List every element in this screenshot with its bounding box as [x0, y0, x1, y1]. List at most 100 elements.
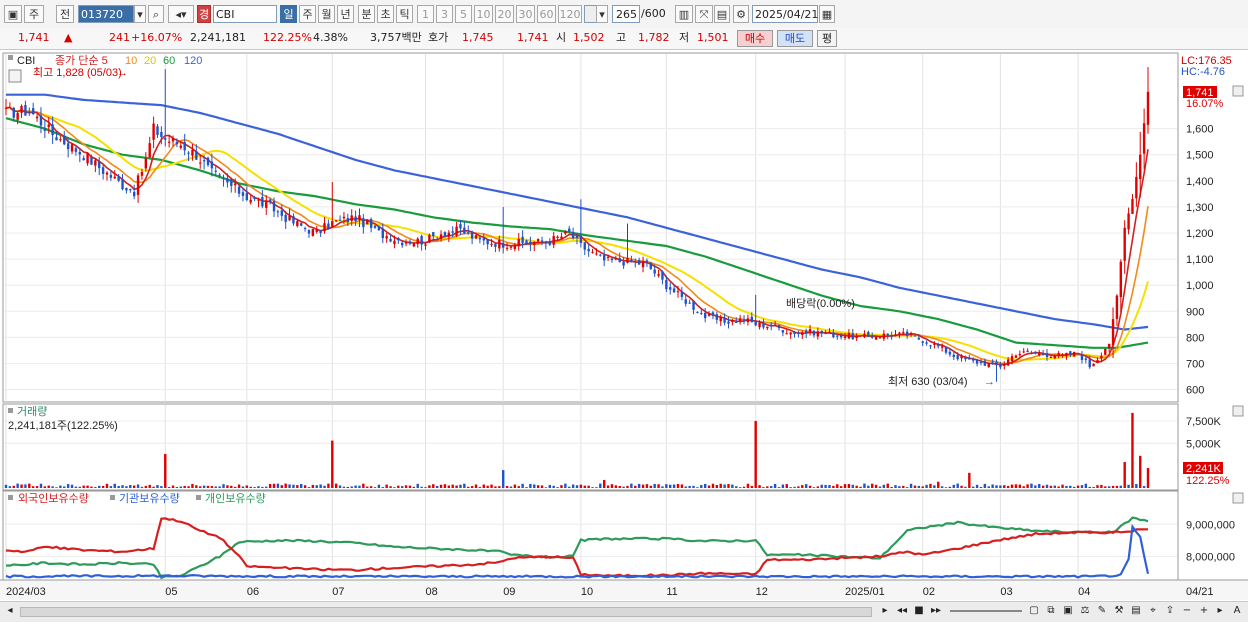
candle-body — [797, 332, 800, 334]
volume-bar — [1100, 484, 1103, 488]
window-icon[interactable]: ▣ — [4, 5, 22, 23]
volume-last-label: 2,241K — [1186, 463, 1222, 475]
buy-button[interactable]: 매수 — [737, 30, 773, 47]
candle-body — [210, 161, 214, 169]
speaker-icon[interactable]: ◂▾ — [168, 5, 194, 23]
fast-forward-icon[interactable]: ▸▸ — [929, 604, 943, 618]
candle-type-icon[interactable]: ▥ — [675, 5, 693, 23]
volume-bar — [408, 485, 412, 488]
candle-body — [377, 226, 381, 231]
candle-body — [738, 318, 742, 322]
volume-bar — [871, 483, 874, 488]
stop-icon[interactable]: ■ — [912, 604, 926, 618]
prev-button[interactable]: 전 — [56, 5, 74, 23]
candle-body — [1115, 295, 1119, 319]
plus-zoom-icon[interactable]: + — [1197, 604, 1211, 618]
date-input[interactable]: 2025/04/21 — [752, 5, 818, 23]
period-week[interactable]: 주 — [299, 5, 316, 23]
volume-bar — [51, 486, 54, 488]
evaluate-button[interactable]: 평 — [817, 30, 837, 47]
zoom-slider[interactable] — [950, 610, 1022, 612]
interval-120[interactable]: 120 — [558, 5, 582, 23]
price-change: 241 — [109, 31, 130, 44]
draw-icon[interactable]: ✎ — [1095, 604, 1109, 618]
volume-bar — [191, 483, 194, 488]
interval-3[interactable]: 3 — [436, 5, 453, 23]
candle-body — [995, 361, 998, 366]
play-icon[interactable]: ▸ — [878, 604, 892, 618]
period-month[interactable]: 월 — [318, 5, 335, 23]
period-year[interactable]: 년 — [337, 5, 354, 23]
interval-5[interactable]: 5 — [455, 5, 472, 23]
search-icon[interactable]: ⌕ — [148, 5, 164, 23]
font-size-icon[interactable]: A — [1230, 604, 1244, 618]
sell-button[interactable]: 매도 — [777, 30, 813, 47]
interval-60[interactable]: 60 — [537, 5, 556, 23]
scroll-left-icon[interactable]: ◂ — [4, 604, 16, 618]
calendar-icon[interactable]: ▦ — [819, 5, 835, 23]
volume-close-icon[interactable] — [1232, 405, 1244, 417]
volume-bar — [420, 486, 423, 488]
stock-name-field[interactable]: CBI — [213, 5, 277, 23]
scroll-right-icon[interactable]: ▸ — [1213, 604, 1227, 618]
candle-body — [719, 317, 722, 322]
candle-body — [171, 138, 175, 142]
save-icon[interactable]: ▣ — [1061, 604, 1075, 618]
candle-body — [692, 301, 695, 310]
code-input[interactable]: 013720 — [78, 5, 134, 23]
period-day[interactable]: 일 — [280, 5, 297, 23]
volume-bar — [812, 487, 816, 488]
volume-bar — [35, 486, 39, 488]
interval-20[interactable]: 20 — [495, 5, 514, 23]
volume-bar — [1142, 486, 1146, 488]
volume-bar — [529, 483, 532, 488]
volume-bar — [43, 486, 47, 488]
volume-bar — [1131, 412, 1134, 488]
period-tick[interactable]: 틱 — [396, 5, 413, 23]
count-input[interactable]: 265 — [612, 5, 640, 23]
horizontal-scrollbar[interactable] — [20, 607, 872, 617]
volume-bar — [1045, 484, 1049, 488]
holder-tick-label: 9,000,000 — [1186, 519, 1235, 531]
volume-bar — [140, 486, 144, 488]
interval-1[interactable]: 1 — [417, 5, 434, 23]
candle-body — [416, 238, 419, 245]
candle-body — [657, 274, 660, 276]
open-label: 시 — [556, 31, 567, 44]
interval-30[interactable]: 30 — [516, 5, 535, 23]
print-icon[interactable]: ▤ — [714, 5, 730, 23]
minus-zoom-icon[interactable]: − — [1180, 604, 1194, 618]
export-icon[interactable]: ⇪ — [1163, 604, 1177, 618]
copy-icon[interactable]: ⧉ — [1044, 604, 1058, 618]
volume-bar — [319, 484, 322, 488]
panel-settings-icon[interactable] — [8, 69, 22, 83]
candle-body — [47, 124, 50, 128]
period-second[interactable]: 초 — [377, 5, 394, 23]
candle-body — [1061, 354, 1064, 356]
chart-icon[interactable]: ▤ — [1129, 604, 1143, 618]
volume-bar — [672, 484, 676, 488]
market-select[interactable]: 주 — [24, 5, 44, 23]
holder-close-icon[interactable] — [1232, 492, 1244, 504]
volume-bar — [369, 486, 373, 488]
tool-icon[interactable]: ⚒ — [1112, 604, 1126, 618]
candle-body — [661, 271, 664, 280]
compare-icon[interactable]: ⚖ — [1078, 604, 1092, 618]
interval-10[interactable]: 10 — [474, 5, 493, 23]
rewind-icon[interactable]: ◂◂ — [895, 604, 909, 618]
candle-body — [385, 236, 388, 239]
code-dropdown-icon[interactable]: ▾ — [134, 5, 146, 23]
indicator-icon[interactable]: ⤧ — [695, 5, 713, 23]
candle-body — [24, 104, 27, 116]
pin-icon[interactable]: ⌖ — [1146, 604, 1160, 618]
panel-close-icon[interactable] — [1232, 85, 1244, 97]
candle-body — [381, 228, 384, 239]
volume-bar — [210, 486, 214, 488]
trade-amount: 3,757백만 — [370, 31, 422, 44]
period-minute[interactable]: 분 — [358, 5, 375, 23]
candle-body — [602, 255, 606, 261]
layout-icon[interactable]: ▢ — [1027, 604, 1041, 618]
volume-bar — [544, 487, 548, 488]
settings-gear-icon[interactable]: ⚙ — [733, 5, 749, 23]
interval-dropdown-icon[interactable]: ▾ — [596, 5, 608, 23]
